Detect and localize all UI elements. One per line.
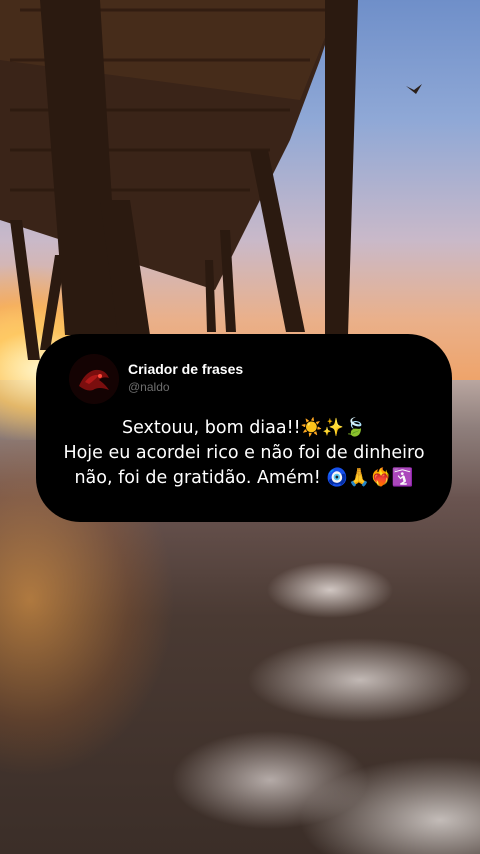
post-line: não, foi de gratidão. Amém! 🧿🙏❤️‍🔥🛐	[74, 468, 414, 488]
post-line: Sextouu, bom diaa!!☀️✨🍃	[121, 418, 367, 438]
post-line: Hoje eu acordei rico e não foi de dinhei…	[63, 443, 425, 463]
avatar-image-icon	[69, 354, 119, 404]
post-card: Criador de frases @naldo Sextouu, bom di…	[36, 334, 452, 522]
author-handle[interactable]: @naldo	[128, 380, 170, 394]
author-name[interactable]: Criador de frases	[128, 361, 243, 377]
bird	[406, 84, 422, 94]
avatar[interactable]	[69, 354, 119, 404]
post-text: Sextouu, bom diaa!!☀️✨🍃 Hoje eu acordei …	[50, 416, 438, 491]
